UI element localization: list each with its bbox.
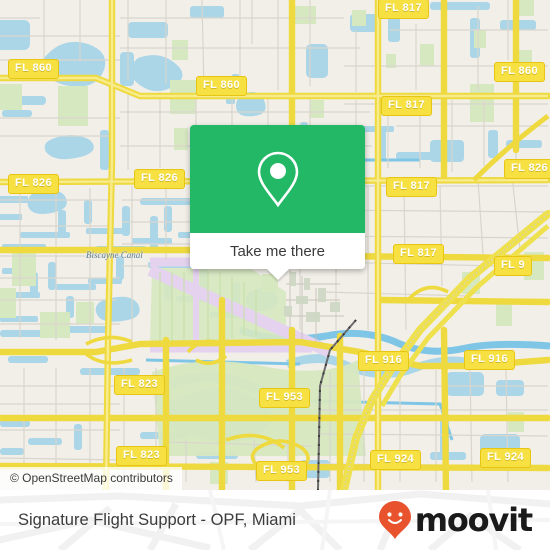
- road-shield-fl-817[interactable]: FL 817: [378, 0, 430, 19]
- water-label-biscayne-canal: Biscayne Canal: [86, 250, 143, 260]
- map-pin-icon: [257, 151, 298, 208]
- road-shield-fl-860[interactable]: FL 860: [196, 76, 248, 96]
- moovit-logo[interactable]: moovit: [378, 490, 533, 550]
- road-shield-fl-826[interactable]: FL 826: [8, 174, 60, 194]
- road-shield-fl-953[interactable]: FL 953: [256, 461, 308, 481]
- road-shield-fl-924[interactable]: FL 924: [480, 448, 532, 468]
- road-shield-fl-953[interactable]: FL 953: [259, 388, 311, 408]
- screenshot-root: Biscayne Canal FL 817 FL 860 FL 860 FL 8…: [0, 0, 550, 550]
- map-canvas[interactable]: Biscayne Canal FL 817 FL 860 FL 860 FL 8…: [0, 0, 550, 490]
- road-shield-fl-817[interactable]: FL 817: [393, 244, 445, 264]
- location-popup-card[interactable]: Take me there: [190, 125, 365, 280]
- road-shield-fl-916[interactable]: FL 916: [464, 350, 516, 370]
- road-shield-fl-826[interactable]: FL 826: [504, 159, 550, 179]
- popup-image-panel: [190, 125, 365, 233]
- road-shield-fl-9[interactable]: FL 9: [494, 256, 533, 276]
- road-shield-fl-826[interactable]: FL 826: [134, 169, 186, 189]
- moovit-pin-icon: [378, 501, 411, 539]
- footer-bar: Signature Flight Support - OPF, Miami mo…: [0, 490, 550, 550]
- road-shield-fl-916[interactable]: FL 916: [358, 351, 410, 371]
- map-attribution[interactable]: © OpenStreetMap contributors: [0, 467, 182, 490]
- popup-tail-pointer: [266, 269, 289, 280]
- road-shield-fl-817[interactable]: FL 817: [381, 96, 433, 116]
- road-shield-fl-823[interactable]: FL 823: [116, 446, 168, 466]
- page-title: Signature Flight Support - OPF, Miami: [18, 510, 296, 529]
- road-shield-fl-860[interactable]: FL 860: [494, 62, 546, 82]
- take-me-there-label: Take me there: [229, 242, 326, 260]
- road-shield-fl-823[interactable]: FL 823: [114, 375, 166, 395]
- road-shield-fl-817[interactable]: FL 817: [386, 177, 438, 197]
- road-shield-fl-924[interactable]: FL 924: [370, 450, 422, 470]
- road-shield-fl-860[interactable]: FL 860: [8, 59, 60, 79]
- take-me-there-button[interactable]: Take me there: [190, 233, 365, 269]
- moovit-wordmark: moovit: [414, 501, 533, 539]
